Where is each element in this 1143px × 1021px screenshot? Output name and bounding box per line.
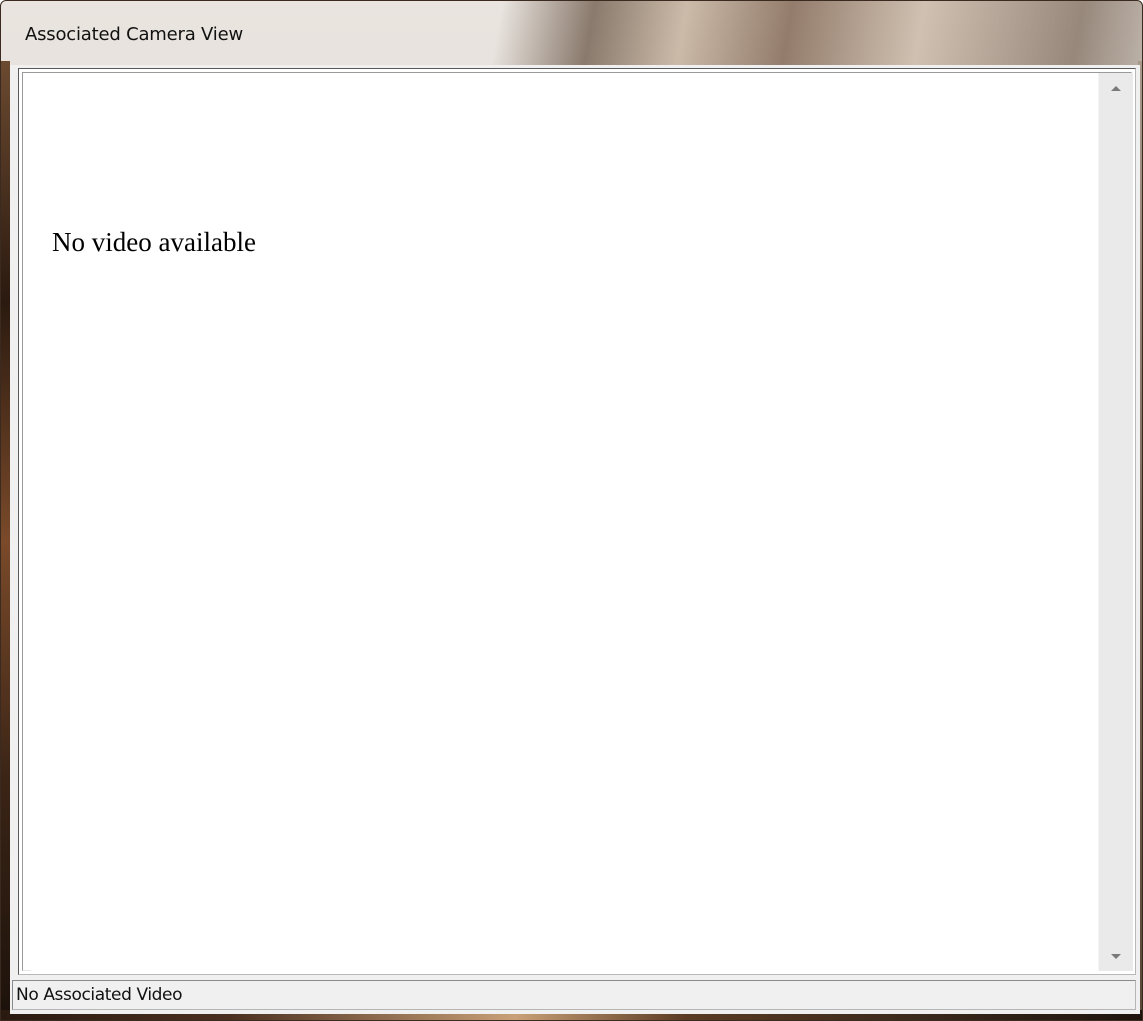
camera-view-window: Associated Camera View No video availabl…: [0, 0, 1143, 1021]
window-title: Associated Camera View: [25, 24, 243, 45]
status-bar: No Associated Video: [12, 980, 1136, 1010]
vertical-scrollbar[interactable]: [1098, 73, 1133, 971]
status-text: No Associated Video: [16, 985, 183, 1005]
video-display-area[interactable]: No video available: [31, 73, 1098, 971]
scroll-down-button[interactable]: [1099, 941, 1133, 971]
no-video-message: No video available: [52, 227, 256, 257]
arrow-down-icon: [1111, 953, 1121, 959]
title-bar[interactable]: Associated Camera View: [1, 1, 1142, 65]
arrow-up-icon: [1111, 85, 1121, 91]
window-frame-left: [1, 61, 10, 1020]
scroll-up-button[interactable]: [1099, 73, 1133, 103]
